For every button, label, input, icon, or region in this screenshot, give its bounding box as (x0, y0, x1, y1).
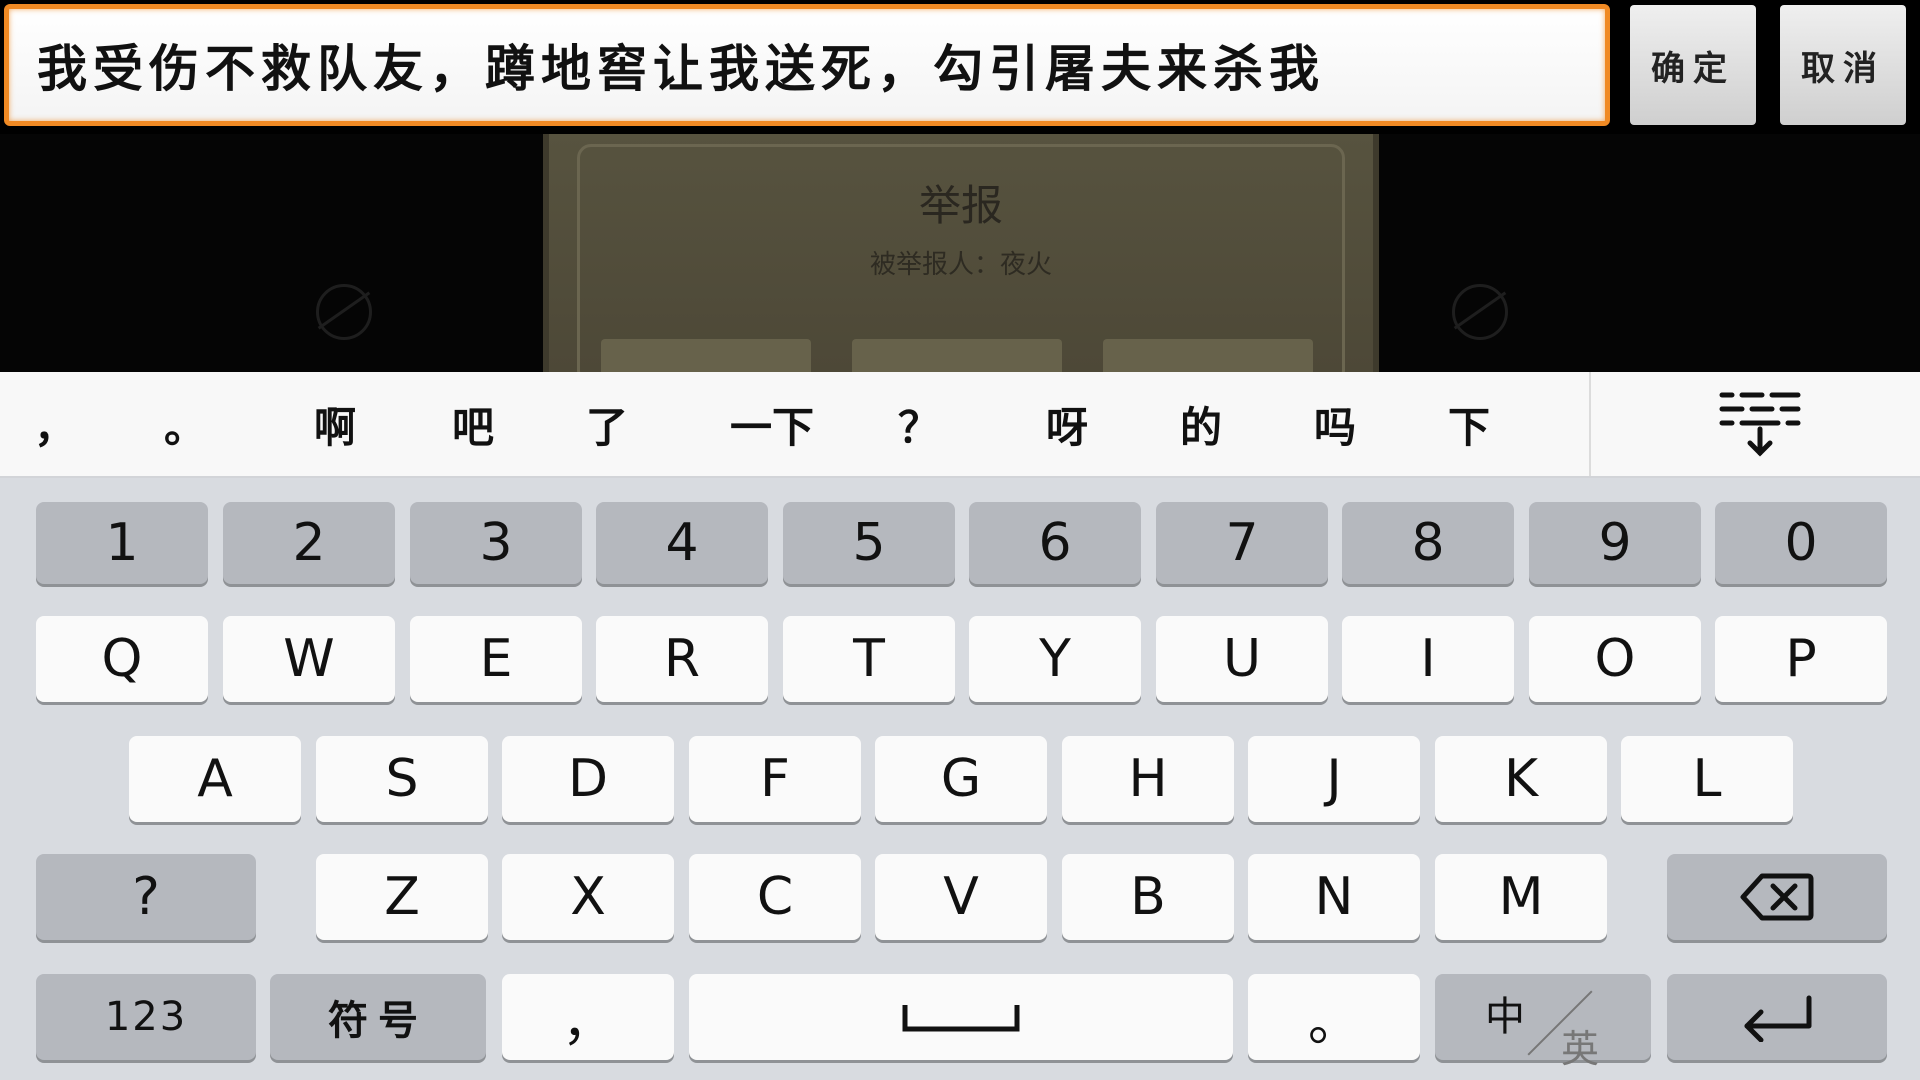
lang-en-label: 英 (1561, 1027, 1600, 1071)
num-mode-label: 123 (104, 994, 188, 1040)
key-e[interactable]: E (410, 616, 582, 702)
enter-key[interactable] (1667, 974, 1887, 1060)
candidate-item[interactable]: 啊 (290, 372, 380, 476)
candidate-item[interactable]: 吗 (1290, 372, 1380, 476)
game-logo-left-icon (316, 284, 372, 340)
confirm-button[interactable]: 确定 (1630, 5, 1756, 125)
symbols-key[interactable]: 符号 (270, 974, 486, 1060)
dialog-subtitle: 被举报人：夜火 (869, 250, 1052, 280)
candidate-item[interactable]: 了 (562, 372, 652, 476)
key-p[interactable]: P (1715, 616, 1887, 702)
key-h[interactable]: H (1062, 736, 1234, 822)
input-bar: 我受伤不救队友，蹲地窖让我送死，勾引屠夫来杀我 确定 取消 (0, 0, 1920, 134)
space-icon (902, 1005, 1020, 1032)
dialog-option-button (1103, 339, 1313, 372)
keyboard-collapse-icon (1719, 392, 1801, 457)
key-3[interactable]: 3 (410, 502, 582, 584)
candidate-divider (1589, 372, 1591, 476)
dialog-option-button (601, 339, 811, 372)
key-2[interactable]: 2 (223, 502, 395, 584)
key-0[interactable]: 0 (1715, 502, 1887, 584)
language-switch-key[interactable]: 中 英 (1435, 974, 1651, 1071)
key-1[interactable]: 1 (36, 502, 208, 584)
candidate-item[interactable]: 下 (1424, 372, 1514, 476)
keyboard: 1 2 3 4 5 6 7 8 9 0 Q W E R T Y U I O P … (0, 478, 1920, 1080)
collapse-keyboard-button[interactable] (1600, 372, 1920, 476)
key-w[interactable]: W (223, 616, 395, 702)
key-4[interactable]: 4 (596, 502, 768, 584)
candidate-item[interactable]: 一下 (712, 372, 832, 476)
text-input[interactable]: 我受伤不救队友，蹲地窖让我送死，勾引屠夫来杀我 (4, 4, 1610, 126)
candidate-bar: ， 。 啊 吧 了 一下 ？ 呀 的 吗 下 (0, 372, 1920, 478)
backspace-icon (1740, 873, 1814, 921)
candidate-item[interactable]: 。 (140, 372, 230, 476)
num-mode-key[interactable]: 123 (36, 974, 256, 1060)
key-y[interactable]: Y (969, 616, 1141, 702)
game-logo-right-icon (1452, 284, 1508, 340)
key-o[interactable]: O (1529, 616, 1701, 702)
key-5[interactable]: 5 (783, 502, 955, 584)
key-7[interactable]: 7 (1156, 502, 1328, 584)
key-l[interactable]: L (1621, 736, 1793, 822)
key-f[interactable]: F (689, 736, 861, 822)
question-key[interactable]: ? (36, 854, 256, 940)
key-9[interactable]: 9 (1529, 502, 1701, 584)
lang-cn-label: 中 (1485, 994, 1525, 1040)
symbols-label: 符号 (328, 997, 428, 1044)
key-k[interactable]: K (1435, 736, 1607, 822)
report-dialog: 举报 被举报人：夜火 (543, 134, 1379, 372)
key-r[interactable]: R (596, 616, 768, 702)
key-d[interactable]: D (502, 736, 674, 822)
candidate-item[interactable]: 呀 (1022, 372, 1112, 476)
game-background: 举报 被举报人：夜火 (0, 134, 1920, 372)
key-6[interactable]: 6 (969, 502, 1141, 584)
comma-key[interactable]: ， (502, 974, 674, 1060)
cancel-button[interactable]: 取消 (1780, 5, 1906, 125)
input-text: 我受伤不救队友，蹲地窖让我送死，勾引屠夫来杀我 (37, 39, 1325, 98)
key-a[interactable]: A (129, 736, 301, 822)
key-z[interactable]: Z (316, 854, 488, 940)
key-x[interactable]: X (502, 854, 674, 940)
screen: 我受伤不救队友，蹲地窖让我送死，勾引屠夫来杀我 确定 取消 举报 被举报人：夜火… (0, 0, 1920, 1080)
key-s[interactable]: S (316, 736, 488, 822)
candidate-item[interactable]: ？ (874, 372, 964, 476)
key-j[interactable]: J (1248, 736, 1420, 822)
key-m[interactable]: M (1435, 854, 1607, 940)
key-8[interactable]: 8 (1342, 502, 1514, 584)
key-i[interactable]: I (1342, 616, 1514, 702)
period-key[interactable]: 。 (1248, 974, 1420, 1060)
space-key[interactable] (689, 974, 1233, 1060)
key-c[interactable]: C (689, 854, 861, 940)
candidate-item[interactable]: 吧 (428, 372, 518, 476)
key-t[interactable]: T (783, 616, 955, 702)
enter-icon (1744, 995, 1812, 1042)
key-b[interactable]: B (1062, 854, 1234, 940)
key-q[interactable]: Q (36, 616, 208, 702)
key-g[interactable]: G (875, 736, 1047, 822)
key-v[interactable]: V (875, 854, 1047, 940)
candidate-item[interactable]: 的 (1156, 372, 1246, 476)
dialog-title: 举报 (918, 181, 1003, 230)
backspace-key[interactable] (1667, 854, 1887, 940)
dialog-option-button (852, 339, 1062, 372)
candidate-item[interactable]: ， (10, 372, 100, 476)
key-u[interactable]: U (1156, 616, 1328, 702)
key-n[interactable]: N (1248, 854, 1420, 940)
